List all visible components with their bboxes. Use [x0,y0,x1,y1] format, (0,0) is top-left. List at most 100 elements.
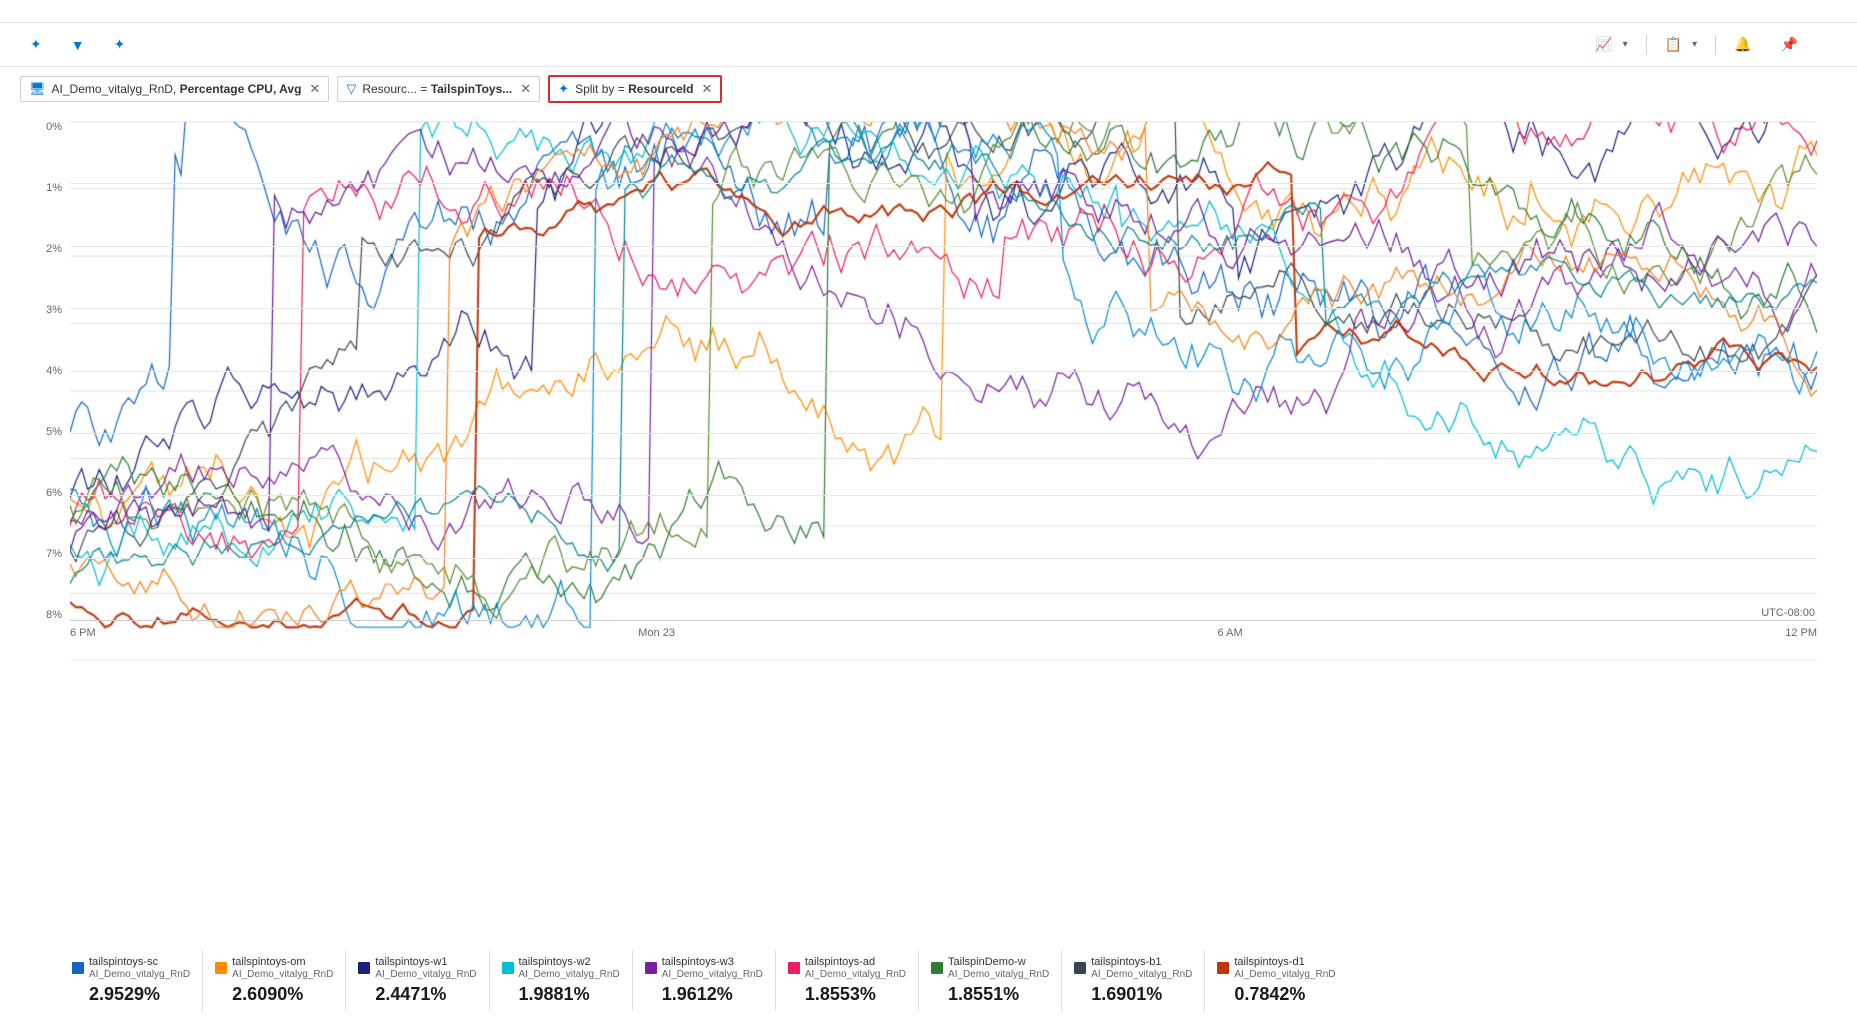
grid-line-2 [70,495,1817,496]
filter-chip-text: Resourc... = TailspinToys... [362,82,512,96]
pin-icon: 📌 [1781,36,1798,53]
legend-item: tailspintoys-scAI_Demo_vitalyg_RnD 2.952… [60,950,203,1011]
legend-value: 1.6901% [1074,984,1192,1005]
apply-splitting-button[interactable]: ✦ [104,31,141,58]
y-axis: 8% 7% 6% 5% 4% 3% 2% 1% 0% [20,121,70,621]
grid-line-6 [70,246,1817,247]
legend-value: 2.4471% [358,984,476,1005]
split-chip-close[interactable]: ✕ [701,81,712,97]
legend-color-swatch [72,962,84,974]
legend-item: tailspintoys-adAI_Demo_vitalyg_RnD 1.855… [776,950,919,1011]
x-label-12pm: 12 PM [1785,627,1817,639]
nav-left-button[interactable] [0,511,28,539]
grid-line-3 [70,433,1817,434]
grid-line-7 [70,183,1817,184]
legend-value: 1.8553% [788,984,906,1005]
metric-chip-close[interactable]: ✕ [309,81,320,97]
legend-value: 0.7842% [1217,984,1335,1005]
metric-chip: 🖥 AI_Demo_vitalyg_RnD, Percentage CPU, A… [20,76,329,102]
legend-color-swatch [788,962,800,974]
legend-item: TailspinDemo-wAI_Demo_vitalyg_RnD 1.8551… [919,950,1062,1011]
chips-row: 🖥 AI_Demo_vitalyg_RnD, Percentage CPU, A… [0,67,1857,111]
legend-color-swatch [1074,962,1086,974]
filter-chip-icon: ▽ [346,81,356,97]
add-metric-button[interactable]: ✦ [20,31,57,58]
nav-right-button[interactable] [1829,511,1857,539]
chart-container: 8% 7% 6% 5% 4% 3% 2% 1% 0% [20,121,1837,661]
more-options-button[interactable] [1817,40,1837,50]
legend-item: tailspintoys-b1AI_Demo_vitalyg_RnD 1.690… [1062,950,1205,1011]
monitor-icon: 🖥 [29,81,46,97]
filter-chip-close[interactable]: ✕ [520,81,531,97]
filter-icon: ▼ [71,37,85,53]
legend-label-row: tailspintoys-b1AI_Demo_vitalyg_RnD [1074,956,1192,980]
y-label-1: 1% [20,182,70,194]
grid-line-1 [70,558,1817,559]
legend-series-name: tailspintoys-omAI_Demo_vitalyg_RnD [232,956,333,980]
metric-chip-text: AI_Demo_vitalyg_RnD, Percentage CPU, Avg [52,82,302,96]
split-chip: ✦ Split by = ResourceId ✕ [548,75,722,103]
legend-label-row: tailspintoys-w1AI_Demo_vitalyg_RnD [358,956,476,980]
x-label-6am: 6 AM [1218,627,1243,639]
legend-value: 1.9612% [645,984,763,1005]
line-chart-button[interactable]: 📈 ▾ [1585,31,1637,58]
toolbar-divider-1 [1646,35,1647,55]
drill-logs-icon: 📋 [1665,36,1682,53]
legend-color-swatch [358,962,370,974]
add-filter-button[interactable]: ▼ [61,32,100,58]
toolbar-divider-2 [1715,35,1716,55]
legend-color-swatch [645,962,657,974]
toolbar-left: ✦ ▼ ✦ [20,31,140,58]
drill-logs-chevron: ▾ [1692,39,1697,50]
legend-value: 1.8551% [931,984,1049,1005]
legend-label-row: TailspinDemo-wAI_Demo_vitalyg_RnD [931,956,1049,980]
legend-item: tailspintoys-omAI_Demo_vitalyg_RnD 2.609… [203,950,346,1011]
y-label-2: 2% [20,243,70,255]
x-axis: 6 PM Mon 23 6 AM 12 PM [70,621,1817,661]
filter-chip: ▽ Resourc... = TailspinToys... ✕ [337,76,540,102]
drill-into-logs-button[interactable]: 📋 ▾ [1655,31,1707,58]
legend-series-name: tailspintoys-d1AI_Demo_vitalyg_RnD [1234,956,1335,980]
legend-item: tailspintoys-d1AI_Demo_vitalyg_RnD 0.784… [1205,950,1347,1011]
grid-line-5 [70,308,1817,309]
legend-label-row: tailspintoys-scAI_Demo_vitalyg_RnD [72,956,190,980]
y-label-0: 0% [20,121,70,133]
y-label-3: 3% [20,304,70,316]
legend-item: tailspintoys-w1AI_Demo_vitalyg_RnD 2.447… [346,950,489,1011]
chart-plot [70,121,1817,621]
legend-label-row: tailspintoys-adAI_Demo_vitalyg_RnD [788,956,906,980]
main-page: ✦ ▼ ✦ 📈 ▾ 📋 ▾ [0,0,1857,1023]
chart-area: 8% 7% 6% 5% 4% 3% 2% 1% 0% [0,111,1857,938]
legend-color-swatch [215,962,227,974]
legend-series-name: tailspintoys-w3AI_Demo_vitalyg_RnD [662,956,763,980]
pin-to-dashboard-button[interactable]: 📌 [1771,31,1813,58]
legend-item: tailspintoys-w2AI_Demo_vitalyg_RnD 1.988… [490,950,633,1011]
toolbar: ✦ ▼ ✦ 📈 ▾ 📋 ▾ [0,23,1857,67]
y-label-4: 4% [20,365,70,377]
legend-series-name: tailspintoys-scAI_Demo_vitalyg_RnD [89,956,190,980]
split-icon: ✦ [114,36,126,53]
legend-color-swatch [1217,962,1229,974]
add-metric-icon: ✦ [30,36,42,53]
x-label-mon23: Mon 23 [638,627,675,639]
y-label-5: 5% [20,426,70,438]
toolbar-right: 📈 ▾ 📋 ▾ 🔔 📌 [1585,31,1837,58]
x-label-6pm: 6 PM [70,627,96,639]
new-alert-rule-button[interactable]: 🔔 [1724,31,1766,58]
legend-label-row: tailspintoys-w3AI_Demo_vitalyg_RnD [645,956,763,980]
legend: tailspintoys-scAI_Demo_vitalyg_RnD 2.952… [0,938,1857,1023]
utc-label: UTC-08:00 [1761,607,1815,619]
y-label-6: 6% [20,487,70,499]
legend-value: 1.9881% [502,984,620,1005]
legend-label-row: tailspintoys-d1AI_Demo_vitalyg_RnD [1217,956,1335,980]
legend-series-name: TailspinDemo-wAI_Demo_vitalyg_RnD [948,956,1049,980]
line-chart-chevron: ▾ [1623,39,1628,50]
legend-series-name: tailspintoys-w2AI_Demo_vitalyg_RnD [519,956,620,980]
legend-label-row: tailspintoys-omAI_Demo_vitalyg_RnD [215,956,333,980]
legend-series-name: tailspintoys-w1AI_Demo_vitalyg_RnD [375,956,476,980]
legend-color-swatch [502,962,514,974]
split-chip-icon: ✦ [558,81,569,97]
legend-color-swatch [931,962,943,974]
legend-item: tailspintoys-w3AI_Demo_vitalyg_RnD 1.961… [633,950,776,1011]
y-label-7: 7% [20,548,70,560]
